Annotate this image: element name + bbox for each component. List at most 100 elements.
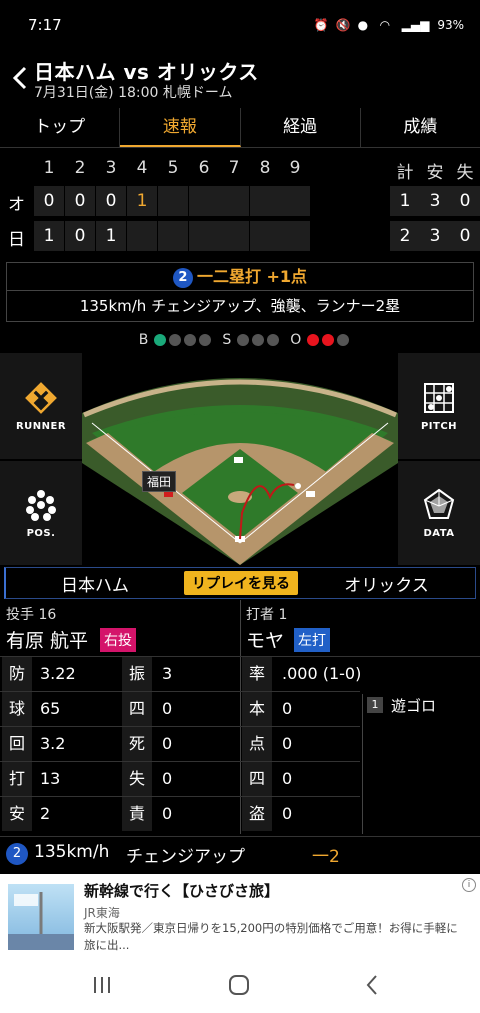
back-nav-icon[interactable]: [364, 974, 380, 996]
stat-row: 打 13 失 0: [0, 761, 240, 796]
inning-score: [127, 221, 157, 251]
out-dot: [307, 334, 320, 346]
runner-label: RUNNER: [15, 420, 67, 432]
stat-value: 0: [282, 769, 293, 788]
inning-score: 0: [96, 186, 126, 216]
inning-header: 2: [74, 158, 86, 178]
inning-header: 5: [167, 158, 179, 178]
position-dots-icon: [26, 489, 56, 521]
scoreboard: 123456789計安失オ0001130日101230: [0, 156, 480, 256]
stat-row: 防 3.22 振 3: [0, 656, 240, 691]
batter-bat-badge: 左打: [294, 628, 330, 652]
away-team-tab[interactable]: オリックス: [298, 571, 475, 596]
baseball-field: 福田: [82, 353, 398, 565]
total-score: 3: [420, 221, 450, 251]
stat-key: 打: [2, 762, 32, 796]
batter-name[interactable]: モヤ: [246, 626, 284, 653]
tab-progress[interactable]: 経過: [241, 108, 361, 147]
total-header: 安: [426, 163, 444, 183]
total-header: 失: [456, 163, 474, 183]
data-label: DATA: [423, 527, 455, 539]
status-icons: ⏰ 🔇 ● ◠ ▂▄▆ 93%: [314, 18, 464, 32]
scoreboard-team: 日: [8, 230, 25, 250]
tab-bar: トップ 速報 経過 成績: [0, 108, 480, 148]
ad-sponsor: JR東海: [84, 906, 120, 920]
back-arrow-icon[interactable]: [10, 64, 32, 92]
stat-row: 率 .000 (1-0): [240, 656, 480, 691]
replay-button[interactable]: リプレイを見る: [184, 571, 298, 595]
inning-score: [280, 186, 310, 216]
stat-key: 振: [122, 657, 152, 691]
game-datetime-venue: 7月31日(金) 18:00 札幌ドーム: [34, 85, 233, 101]
stat-row: 球 65 四 0: [0, 691, 240, 726]
pitch-row: 2 135km/h チェンジアップ 一2: [0, 836, 480, 870]
stat-key: 四: [242, 762, 272, 796]
runner-diamond-icon: [25, 381, 57, 414]
inning-score: [158, 186, 188, 216]
at-bat-result: 1 遊ゴロ: [362, 694, 476, 834]
runner-button[interactable]: RUNNER: [0, 353, 82, 459]
inning-score: 0: [65, 221, 95, 251]
alarm-icon: ⏰: [313, 18, 329, 32]
stat-value: .000 (1-0): [282, 664, 362, 683]
stat-value: 2: [40, 804, 51, 823]
stat-row: 安2 責0: [0, 796, 240, 831]
inning-score: 0: [34, 186, 64, 216]
advertisement[interactable]: 新幹線で行く【ひさびさ旅】 JR東海 新大阪駅発／東京日帰りを15,200円の特…: [0, 874, 480, 958]
tab-stats[interactable]: 成績: [361, 108, 480, 147]
total-score: 0: [450, 221, 480, 251]
play-summary: 2 一二塁打 +1点 135km/h チェンジアップ、強襲、ランナー2塁: [6, 262, 474, 322]
tab-top[interactable]: トップ: [0, 108, 121, 147]
pitch-label: PITCH: [420, 420, 458, 432]
data-button[interactable]: DATA: [398, 461, 480, 565]
pitch-number-badge: 2: [6, 843, 28, 865]
tower-image-icon: [8, 892, 74, 950]
ad-thumbnail[interactable]: [8, 884, 74, 950]
stat-value: 3: [162, 664, 173, 683]
stat-value: 0: [162, 734, 173, 753]
total-score: 0: [450, 186, 480, 216]
tab-live[interactable]: 速報: [120, 108, 241, 147]
pitch-button[interactable]: PITCH: [398, 353, 480, 459]
inning-score: [250, 221, 280, 251]
inning-score: [280, 221, 310, 251]
inning-header: 8: [259, 158, 271, 178]
position-button[interactable]: POS.: [0, 461, 82, 565]
inning-header: 7: [228, 158, 240, 178]
inning-score: [250, 186, 280, 216]
runner-name-tag: 福田: [142, 471, 177, 492]
inning-header: 4: [136, 158, 148, 178]
pitcher-header: 投手 16: [6, 607, 57, 623]
play-detail: 135km/h チェンジアップ、強襲、ランナー2塁: [79, 297, 401, 315]
stat-row: 本0: [240, 691, 360, 726]
ad-title[interactable]: 新幹線で行く【ひさびさ旅】: [84, 880, 279, 901]
home-icon[interactable]: [228, 974, 250, 996]
recent-apps-icon[interactable]: [92, 976, 112, 994]
stat-value: 0: [162, 804, 173, 823]
ball-dot: [199, 334, 212, 346]
stat-value: 0: [162, 769, 173, 788]
ad-info-icon[interactable]: i: [462, 878, 476, 892]
page-header: 日本ハム vs オリックス 7月31日(金) 18:00 札幌ドーム: [0, 56, 480, 102]
pitcher-name[interactable]: 有原 航平: [6, 626, 88, 653]
inning-header: 6: [198, 158, 210, 178]
stat-value: 3.22: [40, 664, 76, 683]
inning-header: 9: [289, 158, 301, 178]
mute-icon: 🔇: [335, 18, 351, 32]
stat-key: 防: [2, 657, 32, 691]
pitcher-stats: 防 3.22 振 3 球 65 四 0 回 3.2 死 0 打 13 失 0 安 2 責 0: [0, 656, 240, 832]
inning-score: [219, 221, 249, 251]
stat-value: 0: [282, 699, 293, 718]
total-score: 2: [390, 221, 420, 251]
inning-score: 1: [96, 221, 126, 251]
battery-text: 93%: [437, 18, 464, 32]
ball-dot: [169, 334, 182, 346]
pitch-result: 一2: [312, 847, 340, 867]
total-score: 1: [390, 186, 420, 216]
total-score: 3: [420, 186, 450, 216]
at-bat-result-text: 遊ゴロ: [391, 697, 437, 715]
inning-score: 0: [65, 186, 95, 216]
out-dot: [322, 334, 335, 346]
home-team-tab[interactable]: 日本ハム: [6, 571, 184, 596]
stat-value: 0: [282, 804, 293, 823]
